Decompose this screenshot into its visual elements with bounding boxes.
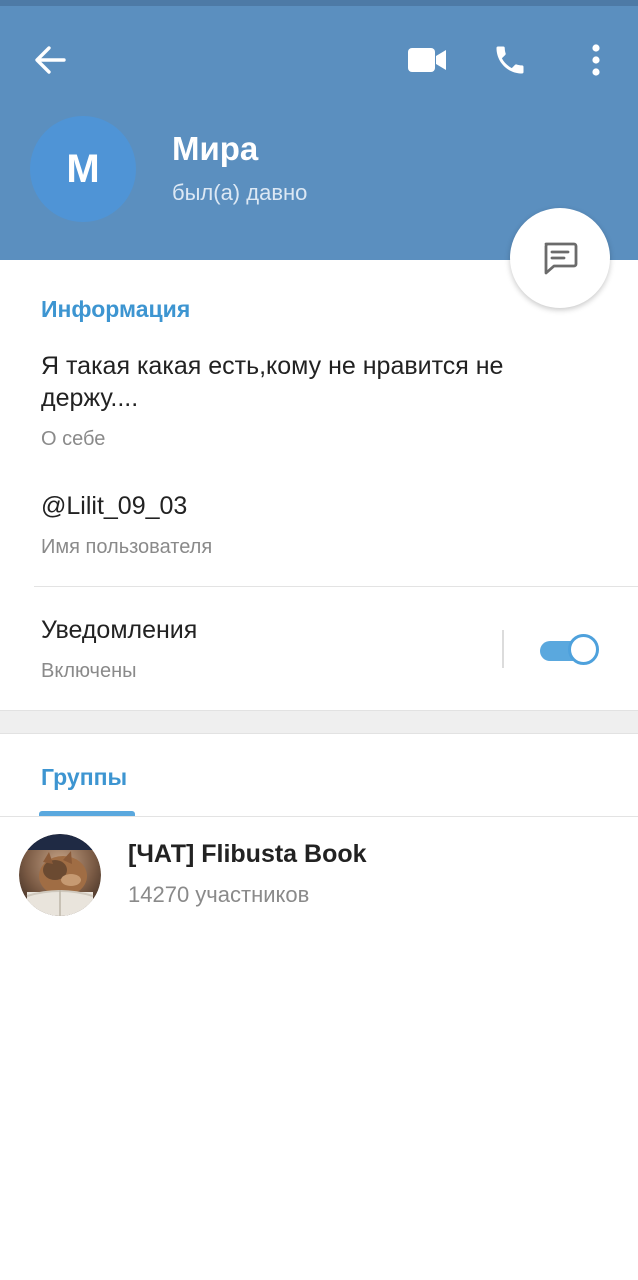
group-members-count: 14270 участников — [128, 882, 310, 907]
group-avatar-image — [19, 834, 101, 916]
notifications-status: Включены — [41, 660, 137, 682]
video-call-icon — [408, 48, 446, 72]
avatar[interactable]: M — [30, 116, 136, 222]
group-avatar — [19, 834, 101, 916]
video-call-button[interactable] — [400, 36, 454, 84]
notifications-row[interactable]: Уведомления Включены — [0, 588, 638, 710]
call-button[interactable] — [484, 34, 536, 86]
info-divider — [34, 586, 638, 587]
last-seen-status: был(а) давно — [172, 180, 308, 205]
group-name: [ЧАТ] Flibusta Book — [128, 840, 367, 868]
tab-groups[interactable]: Группы — [41, 764, 127, 791]
notifications-toggle[interactable] — [540, 634, 600, 666]
back-button[interactable] — [20, 36, 80, 84]
toggle-knob — [568, 634, 599, 665]
profile-name: Мира — [172, 130, 259, 167]
bio-label: О себе — [41, 428, 106, 450]
chat-icon — [544, 242, 578, 275]
avatar-initial: M — [66, 146, 100, 191]
send-message-button[interactable] — [510, 208, 610, 308]
bio-text[interactable]: Я такая какая есть,кому не нравится не д… — [41, 350, 601, 414]
arrow-back-icon — [35, 46, 66, 74]
vertical-separator — [502, 630, 504, 668]
info-section-title: Информация — [41, 296, 191, 322]
more-options-button[interactable] — [576, 34, 616, 86]
username-label: Имя пользователя — [41, 536, 213, 558]
profile-page: M Мира был(а) давно Информация Я такая к… — [0, 0, 638, 1280]
phone-icon — [496, 46, 524, 74]
tab-divider — [0, 816, 638, 817]
notifications-title: Уведомления — [41, 616, 198, 644]
section-gap — [0, 710, 638, 734]
list-item[interactable]: [ЧАТ] Flibusta Book 14270 участников — [0, 820, 638, 930]
more-vertical-icon — [592, 44, 600, 76]
username-value[interactable]: @Lilit_09_03 — [41, 492, 187, 521]
